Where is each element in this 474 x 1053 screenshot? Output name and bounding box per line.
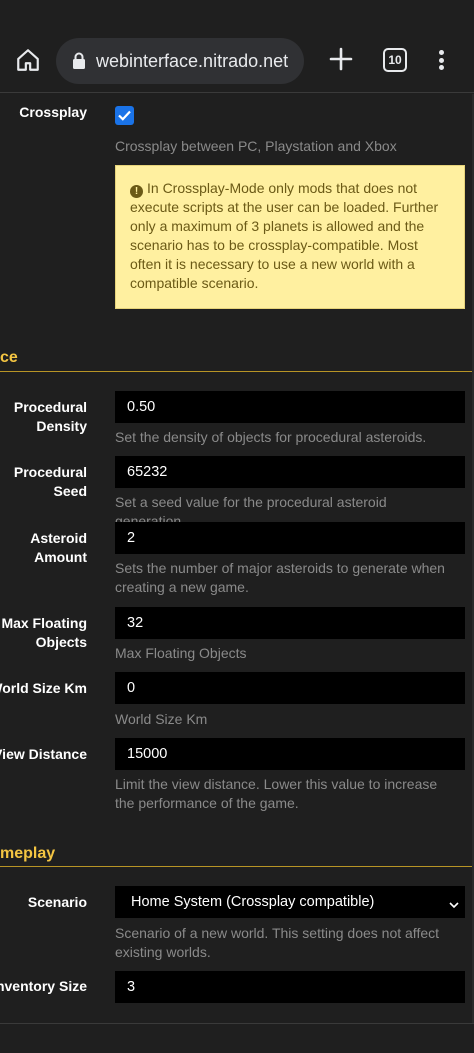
more-options-icon[interactable] [435,48,447,72]
crossplay-label: Crossplay [19,104,87,120]
view-distance-help: Limit the view distance. Lower this valu… [115,776,438,811]
bottom-bar [0,1023,474,1053]
settings-panel: Crossplay Crossplay between PC, Playstat… [0,94,474,1023]
section-divider [0,371,474,372]
crossplay-warning: ! In Crossplay-Mode only mods that does n… [115,165,465,309]
procedural-density-label: Procedural Density [13,399,87,434]
home-icon[interactable] [12,44,44,76]
asteroid-amount-help: Sets the number of major asteroids to ge… [115,560,445,595]
max-floating-objects-help: Max Floating Objects [115,645,247,661]
view-distance-label: View Distance [0,746,87,762]
view-distance-input[interactable]: 15000 [115,738,465,770]
crossplay-warning-text: In Crossplay-Mode only mods that does no… [130,180,439,291]
inventory-size-input[interactable]: 3 [115,971,465,1003]
asteroid-amount-label: Asteroid Amount [30,530,87,565]
scenario-select[interactable]: Home System (Crossplay compatible) [115,886,465,918]
world-size-label: World Size Km [0,680,87,696]
section-divider [0,866,474,867]
procedural-seed-label: Procedural Seed [13,464,87,499]
scenario-help: Scenario of a new world. This setting do… [115,925,440,960]
lock-icon [72,52,86,75]
crossplay-help: Crossplay between PC, Playstation and Xb… [115,138,397,154]
new-tab-icon[interactable] [326,44,356,74]
world-size-input[interactable]: 0 [115,672,465,704]
url-text: webinterface.nitrado.net [96,51,289,71]
warning-icon: ! [130,185,143,198]
scenario-label: Scenario [27,894,87,910]
asteroid-amount-input[interactable]: 2 [115,522,465,554]
world-size-help: World Size Km [115,711,208,727]
scenario-selected-value: Home System (Crossplay compatible) [131,894,375,910]
procedural-density-input[interactable]: 0.50 [115,391,465,423]
crossplay-checkbox[interactable] [115,106,134,125]
browser-toolbar: webinterface.nitrado.net 10 [0,0,474,93]
max-floating-objects-label: Max Floating Objects [1,615,87,650]
section-title-space: ce [0,349,18,366]
section-title-gameplay: meplay [0,845,56,862]
chevron-down-icon [449,897,459,913]
max-floating-objects-input[interactable]: 32 [115,607,465,639]
address-bar[interactable]: webinterface.nitrado.net [56,38,304,84]
tab-switcher-button[interactable]: 10 [383,48,407,72]
procedural-density-help: Set the density of objects for procedura… [115,429,427,445]
inventory-size-label: Inventory Size [0,978,87,994]
procedural-seed-input[interactable]: 65232 [115,456,465,488]
